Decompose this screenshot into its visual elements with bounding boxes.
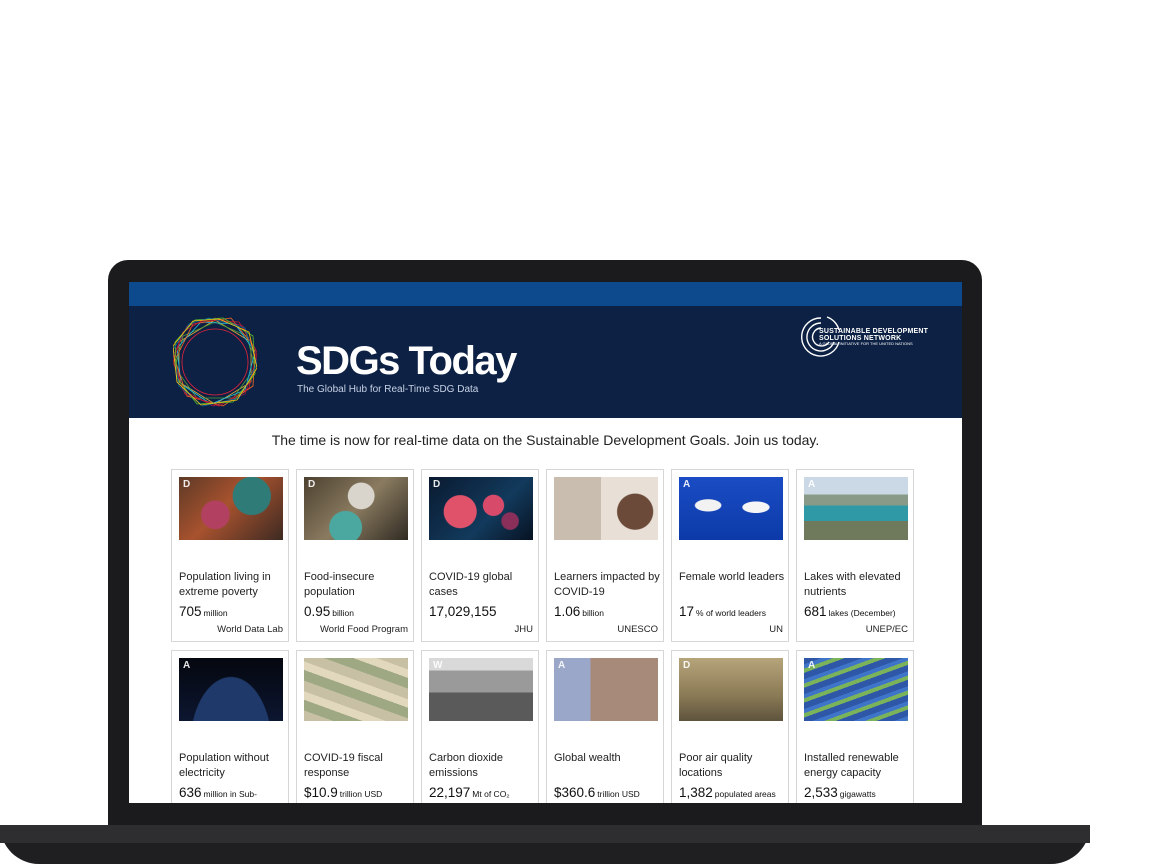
card-value-line: 22,197 Mt of CO₂ — [429, 785, 510, 800]
money-photo[interactable] — [304, 658, 408, 721]
laptop-base-top — [0, 825, 1090, 843]
indicator-card[interactable]: COVID-19 fiscal response $10.9 trillion US… — [296, 650, 414, 803]
card-unit: gigawatts — [839, 789, 876, 799]
card-source: World Food Program — [320, 624, 408, 635]
card-unit: Mt of CO₂ — [472, 789, 510, 799]
card-source: JHU — [514, 624, 533, 635]
partner-name: SUSTAINABLE DEVELOPMENT SOLUTIONS NETWOR… — [819, 328, 928, 342]
card-value: 2,533 — [804, 785, 838, 800]
card-badge: D — [183, 479, 191, 490]
card-title[interactable]: COVID-19 fiscal response — [304, 751, 410, 781]
indicator-card[interactable]: A Global wealth $360.6 trillion USD — [546, 650, 664, 803]
card-title[interactable]: COVID-19 global cases — [429, 570, 535, 600]
card-badge: W — [433, 660, 443, 671]
indicator-card[interactable]: A Population without electricity 636 millio… — [171, 650, 289, 803]
indicator-card[interactable]: A Installed renewable energy capacity 2,53… — [796, 650, 914, 803]
card-title[interactable]: Population without electricity — [179, 751, 285, 781]
card-unit: trillion USD — [339, 789, 383, 799]
card-value-line: 1.06 billion — [554, 604, 604, 619]
card-value-line: $360.6 trillion USD — [554, 785, 640, 800]
card-value: $360.6 — [554, 785, 596, 800]
card-unit: populated areas — [714, 789, 776, 799]
card-badge: A — [558, 660, 566, 671]
card-value-line: 705 million — [179, 604, 228, 619]
card-unit: lakes (December) — [828, 608, 896, 618]
indicator-card[interactable]: D Poor air quality locations 1,382 populate… — [671, 650, 789, 803]
card-badge: D — [683, 660, 691, 671]
hero-banner: SDGs Today The Global Hub for Real-Time … — [129, 306, 962, 418]
card-value: 17 — [679, 604, 695, 619]
card-title[interactable]: Learners impacted by COVID-19 — [554, 570, 660, 600]
poverty-photo[interactable]: D — [179, 477, 283, 540]
card-value-line: $10.9 trillion USD — [304, 785, 382, 800]
card-title[interactable]: Global wealth — [554, 751, 660, 766]
page-subtitle: The Global Hub for Real-Time SDG Data — [297, 384, 479, 395]
earth-night-photo[interactable]: A — [179, 658, 283, 721]
food-photo[interactable]: D — [304, 477, 408, 540]
indicator-card[interactable]: D Food-insecure population 0.95 billion Worl… — [296, 469, 414, 642]
card-badge: D — [308, 479, 316, 490]
card-value-line: 17% of world leaders — [679, 604, 766, 619]
card-value-line: 17,029,155 — [429, 604, 499, 619]
card-value: 636 — [179, 785, 202, 800]
card-value-line: 636 million in Sub- — [179, 785, 257, 800]
card-unit: billion — [582, 608, 605, 618]
card-value-line: 1,382 populated areas — [679, 785, 776, 800]
indicator-card[interactable]: A Lakes with elevated nutrients 681 lakes (… — [796, 469, 914, 642]
indicator-card[interactable]: Learners impacted by COVID-19 1.06 billion… — [546, 469, 664, 642]
indicator-card[interactable]: W Carbon dioxide emissions 22,197 Mt of CO₂ — [421, 650, 539, 803]
card-unit: % of world leaders — [696, 608, 766, 618]
card-source: UN — [769, 624, 783, 635]
card-title[interactable]: Poor air quality locations — [679, 751, 785, 781]
virus-photo[interactable]: D — [429, 477, 533, 540]
card-value: 705 — [179, 604, 202, 619]
card-title[interactable]: Population living in extreme poverty — [179, 570, 285, 600]
indicator-card[interactable]: A Female world leaders 17% of world leader… — [671, 469, 789, 642]
page-title: SDGs Today — [296, 339, 517, 383]
card-unit: trillion USD — [597, 789, 640, 799]
card-source: World Data Lab — [217, 624, 283, 635]
card-title[interactable]: Female world leaders — [679, 570, 785, 585]
card-value: 1,382 — [679, 785, 713, 800]
card-value: 0.95 — [304, 604, 331, 619]
card-title[interactable]: Carbon dioxide emissions — [429, 751, 535, 781]
browser-viewport: SDGs Today The Global Hub for Real-Time … — [129, 282, 962, 803]
card-unit: million in Sub- — [203, 789, 257, 799]
card-unit: billion — [332, 608, 355, 618]
city-photo[interactable]: A — [554, 658, 658, 721]
card-value-line: 681 lakes (December) — [804, 604, 896, 619]
indicator-card[interactable]: D COVID-19 global cases 17,029,155 JHU — [421, 469, 539, 642]
card-badge: A — [183, 660, 191, 671]
card-title[interactable]: Food-insecure population — [304, 570, 410, 600]
card-title[interactable]: Lakes with elevated nutrients — [804, 570, 910, 600]
card-value-line: 2,533 gigawatts — [804, 785, 876, 800]
leaders-photo[interactable]: A — [679, 477, 783, 540]
card-value: 17,029,155 — [429, 604, 497, 619]
card-source: UNESCO — [617, 624, 658, 635]
card-title[interactable]: Installed renewable energy capacity — [804, 751, 910, 781]
card-value: 22,197 — [429, 785, 471, 800]
intro-tagline: The time is now for real-time data on th… — [271, 432, 820, 448]
card-badge: A — [808, 479, 816, 490]
card-value: 681 — [804, 604, 827, 619]
card-value: 1.06 — [554, 604, 581, 619]
lake-photo[interactable]: A — [804, 477, 908, 540]
card-value: $10.9 — [304, 785, 338, 800]
card-source: UNEP/EC — [865, 624, 908, 635]
card-unit: million — [203, 608, 228, 618]
card-badge: A — [683, 479, 691, 490]
card-value-line: 0.95 billion — [304, 604, 354, 619]
smog-photo[interactable]: D — [679, 658, 783, 721]
partner-tagline: A GLOBAL INITIATIVE FOR THE UNITED NATIO… — [819, 341, 913, 346]
partner-name-line1: SUSTAINABLE DEVELOPMENT — [819, 328, 929, 335]
indicator-card-grid: D Population living in extreme poverty 705… — [171, 469, 914, 803]
indicator-card[interactable]: D Population living in extreme poverty 705… — [171, 469, 289, 642]
sdg-ring-logo-icon[interactable] — [173, 312, 257, 412]
learner-photo[interactable] — [554, 477, 658, 540]
solar-photo[interactable]: A — [804, 658, 908, 721]
factory-photo[interactable]: W — [429, 658, 533, 721]
top-nav-bar — [129, 282, 962, 306]
card-badge: D — [433, 479, 441, 490]
card-badge: A — [808, 660, 816, 671]
